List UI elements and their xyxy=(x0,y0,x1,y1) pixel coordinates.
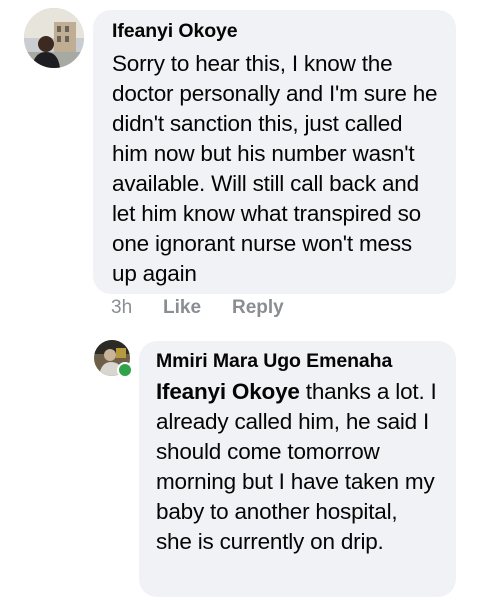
mention-link[interactable]: Ifeanyi Okoye xyxy=(156,379,300,404)
avatar[interactable] xyxy=(24,8,84,68)
reply-text-content: thanks a lot. I already called him, he s… xyxy=(156,379,437,554)
like-button[interactable]: Like xyxy=(163,296,232,320)
comment-text: Sorry to hear this, I know the doctor pe… xyxy=(112,51,438,286)
reply-button[interactable]: Reply xyxy=(232,296,284,320)
comment-author[interactable]: Ifeanyi Okoye xyxy=(112,19,438,43)
reply-bubble: Mmiri Mara Ugo Emenaha Ifeanyi Okoye tha… xyxy=(139,341,456,597)
avatar-photo-icon xyxy=(24,8,84,68)
reply-author[interactable]: Mmiri Mara Ugo Emenaha xyxy=(156,349,438,373)
comment-bubble: Ifeanyi Okoye Sorry to hear this, I know… xyxy=(93,10,456,294)
comment-actions: 3h Like Reply xyxy=(111,296,284,320)
comment-timestamp[interactable]: 3h xyxy=(111,296,163,320)
reply-text: Ifeanyi Okoye thanks a lot. I already ca… xyxy=(156,377,438,557)
online-status-indicator xyxy=(117,362,133,378)
